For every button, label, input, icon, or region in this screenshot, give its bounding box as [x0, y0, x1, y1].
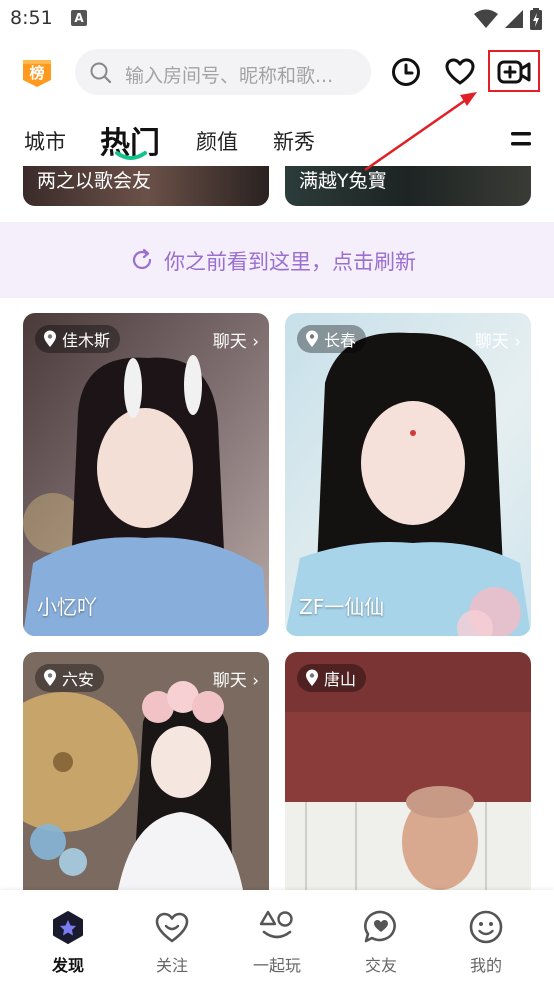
rank-badge[interactable]: 榜 — [21, 56, 53, 88]
partial-room-title: 两之以歌会友 — [37, 170, 152, 192]
location-tag: 长春 — [297, 325, 367, 353]
nav-label: 关注 — [155, 956, 188, 975]
room-card[interactable]: 长春 聊天 › ZF一仙仙 — [285, 313, 531, 636]
location-pin-icon — [306, 330, 318, 347]
status-bar: 8:51 A — [0, 0, 554, 40]
streamer-name: 小忆吖 — [37, 595, 97, 619]
nav-play-together[interactable]: 一起玩 — [237, 908, 317, 976]
follow-heart-icon — [155, 912, 189, 943]
chat-link[interactable]: 聊天 › — [475, 327, 521, 352]
smiley-icon — [469, 910, 503, 944]
history-button[interactable] — [390, 56, 422, 88]
rank-badge-label: 榜 — [29, 64, 45, 82]
chat-link[interactable]: 聊天 › — [213, 666, 259, 691]
menu-icon — [511, 132, 531, 146]
refresh-icon — [132, 248, 152, 270]
app-screen: 8:51 A 榜 输入房间号、昵称和歌... 城市 热门 颜值 新秀 两之以歌会… — [0, 0, 554, 984]
tab-city[interactable]: 城市 — [24, 126, 66, 156]
location-tag: 六安 — [35, 664, 105, 692]
nav-label: 一起玩 — [252, 956, 301, 975]
chat-bubble-heart-icon — [364, 910, 396, 943]
active-tab-indicator — [115, 151, 147, 160]
location-tag: 佳木斯 — [35, 325, 121, 353]
location-label: 长春 — [324, 331, 357, 350]
favorites-button[interactable] — [444, 56, 476, 88]
search-icon — [90, 62, 112, 84]
nav-make-friends[interactable]: 交友 — [341, 908, 421, 976]
nav-follow[interactable]: 关注 — [132, 908, 212, 976]
tab-newcomer[interactable]: 新秀 — [273, 126, 315, 156]
nav-mine[interactable]: 我的 — [446, 908, 526, 976]
location-label: 佳木斯 — [62, 331, 111, 350]
streamer-photo — [23, 313, 269, 636]
battery-icon — [530, 8, 542, 30]
wifi-icon — [474, 9, 498, 28]
partial-room-title: 满越Y兔寶 — [299, 170, 387, 192]
room-card[interactable]: 六安 聊天 › — [23, 652, 269, 890]
nav-discover[interactable]: 发现 — [28, 908, 108, 976]
room-card[interactable]: 唐山 — [285, 652, 531, 890]
clock-icon — [392, 58, 420, 86]
highlight-box — [488, 50, 540, 92]
bottom-navigation: 发现 关注 一起玩 交友 我的 — [0, 890, 554, 984]
tab-menu-button[interactable] — [510, 129, 532, 149]
search-placeholder: 输入房间号、昵称和歌... — [125, 65, 334, 87]
notification-icon: A — [71, 10, 87, 26]
streamer-name: ZF一仙仙 — [299, 595, 385, 619]
location-tag: 唐山 — [297, 664, 367, 692]
location-pin-icon — [306, 669, 318, 686]
top-bar: 榜 输入房间号、昵称和歌... — [0, 46, 554, 96]
location-label: 唐山 — [324, 670, 357, 689]
chat-link[interactable]: 聊天 › — [213, 327, 259, 352]
partial-room-card[interactable]: 满越Y兔寶 — [285, 166, 531, 206]
play-together-icon — [259, 910, 293, 939]
nav-label: 发现 — [51, 956, 84, 975]
location-label: 六安 — [62, 670, 95, 689]
discover-icon — [53, 911, 83, 944]
category-tabs: 城市 热门 颜值 新秀 — [0, 110, 554, 166]
nav-label: 我的 — [469, 956, 502, 975]
streamer-photo — [285, 313, 531, 636]
room-card[interactable]: 佳木斯 聊天 › 小忆吖 — [23, 313, 269, 636]
refresh-banner[interactable]: 你之前看到这里，点击刷新 — [0, 222, 554, 298]
location-pin-icon — [44, 669, 56, 686]
search-input[interactable]: 输入房间号、昵称和歌... — [75, 49, 371, 95]
heart-icon — [445, 58, 475, 85]
nav-label: 交友 — [364, 956, 397, 975]
tab-looks[interactable]: 颜值 — [196, 126, 238, 156]
status-time: 8:51 — [10, 7, 53, 29]
location-pin-icon — [44, 330, 56, 347]
refresh-text: 你之前看到这里，点击刷新 — [164, 250, 416, 274]
partial-room-card[interactable]: 两之以歌会友 — [23, 166, 269, 206]
signal-icon — [505, 10, 523, 28]
status-right-icons — [474, 8, 542, 30]
